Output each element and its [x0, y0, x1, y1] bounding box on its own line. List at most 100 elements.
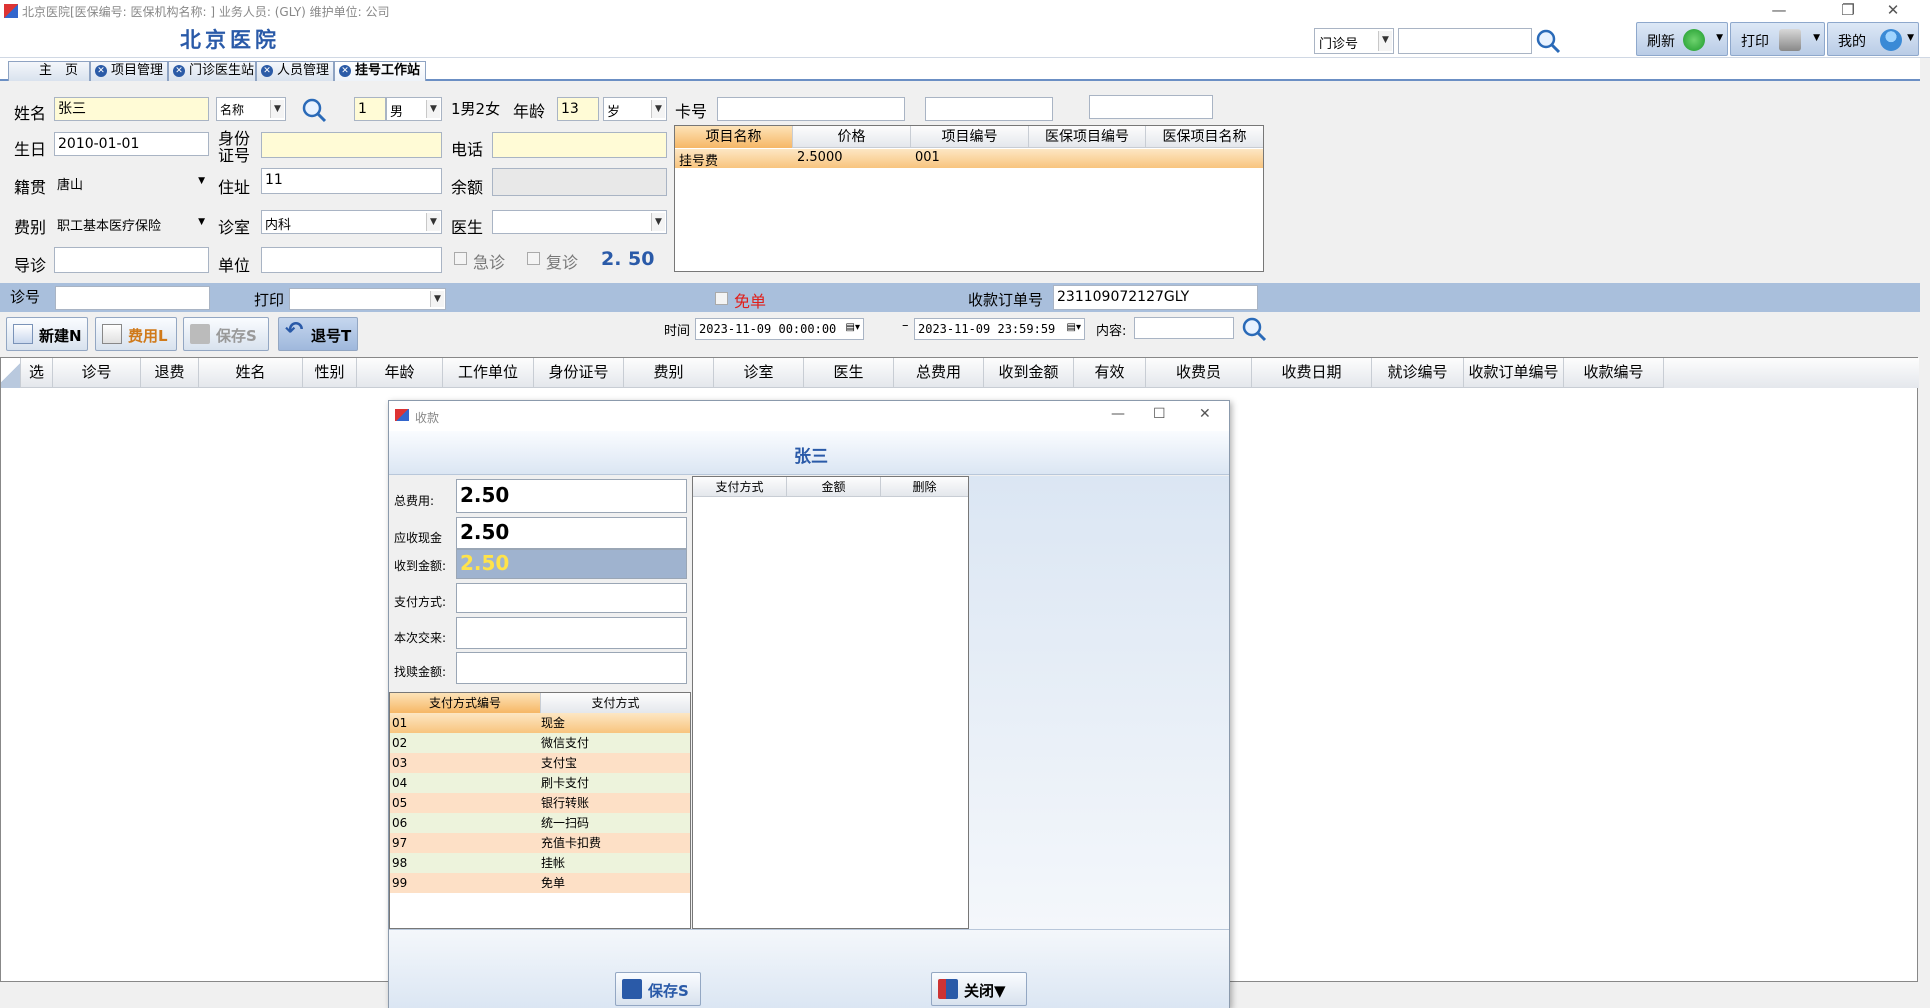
fee-button[interactable]: 费用L	[95, 317, 177, 351]
table-row[interactable]: 98 挂帐	[390, 853, 690, 873]
age-input[interactable]: 13	[557, 97, 599, 121]
visit-no-input[interactable]	[55, 286, 210, 310]
table-row[interactable]: 04 刷卡支付	[390, 773, 690, 793]
save-button[interactable]: 保存S	[183, 317, 269, 351]
free-checkbox[interactable]	[715, 292, 728, 305]
items-col-name[interactable]: 项目名称	[675, 126, 793, 148]
items-col-code[interactable]: 项目编号	[911, 126, 1029, 148]
doctor-select[interactable]: ▼	[492, 210, 667, 234]
search-icon[interactable]	[300, 96, 328, 124]
col-gender[interactable]: 性别	[303, 358, 357, 388]
card-extra2-input[interactable]	[1089, 95, 1213, 119]
close-window-button[interactable]: ✕	[1870, 0, 1916, 22]
search-input[interactable]	[1398, 28, 1532, 54]
payments-col-amount[interactable]: 金额	[787, 477, 881, 497]
table-row[interactable]: 99 免单	[390, 873, 690, 893]
table-row[interactable]: 05 银行转账	[390, 793, 690, 813]
name-mode-select[interactable]: 名称 ▼	[216, 97, 286, 121]
col-visit-no[interactable]: 诊号	[53, 358, 141, 388]
feetype-select[interactable]: 职工基本医疗保险 ▼	[54, 210, 209, 236]
payments-col-method[interactable]: 支付方式	[693, 477, 787, 497]
total-input[interactable]: 2.50	[456, 479, 687, 513]
col-doctor[interactable]: 医生	[804, 358, 894, 388]
items-col-price[interactable]: 价格	[793, 126, 911, 148]
address-input[interactable]: 11	[261, 168, 442, 194]
search-icon[interactable]	[1534, 27, 1562, 55]
card-extra-input[interactable]	[925, 97, 1053, 121]
room-select[interactable]: 内科 ▼	[261, 210, 442, 234]
close-icon[interactable]: ✕	[173, 64, 185, 77]
birthday-input[interactable]: 2010-01-01	[54, 132, 209, 156]
my-button[interactable]: 我的 ▼	[1827, 22, 1919, 56]
print-select[interactable]: ▼	[289, 288, 446, 310]
paymethod-input[interactable]	[456, 583, 687, 613]
dialog-maximize-button[interactable]: ☐	[1153, 406, 1166, 422]
close-icon[interactable]: ✕	[339, 64, 351, 77]
dialog-minimize-button[interactable]: —	[1111, 406, 1125, 422]
search-type-select[interactable]: 门诊号 ▼	[1314, 28, 1394, 54]
card-input[interactable]	[717, 97, 905, 121]
discount-input[interactable]	[456, 652, 687, 684]
col-idcard[interactable]: 身份证号	[534, 358, 624, 388]
emergency-checkbox[interactable]	[454, 252, 467, 265]
col-order-code[interactable]: 收款订单编号	[1464, 358, 1564, 388]
tab-clinic-doctor[interactable]: ✕ 门诊医生站	[168, 61, 256, 81]
age-unit-select[interactable]: 岁 ▼	[603, 97, 667, 121]
name-input[interactable]: 张三	[54, 97, 209, 121]
col-valid[interactable]: 有效	[1074, 358, 1146, 388]
received-input[interactable]: 2.50	[456, 549, 687, 579]
change-input[interactable]	[456, 617, 687, 649]
col-age[interactable]: 年龄	[357, 358, 443, 388]
order-no-input[interactable]: 231109072127GLY	[1053, 285, 1258, 310]
new-button[interactable]: 新建N	[6, 317, 88, 351]
time-to-picker[interactable]: 2023-11-09 23:59:59 ▤▾	[914, 318, 1085, 340]
native-select[interactable]: 唐山 ▼	[54, 170, 209, 196]
table-row[interactable]: 01 现金	[390, 713, 690, 733]
revisit-checkbox[interactable]	[527, 252, 540, 265]
close-icon[interactable]: ✕	[95, 64, 107, 77]
content-input[interactable]	[1134, 317, 1234, 339]
minimize-button[interactable]: —	[1756, 0, 1802, 22]
col-work-unit[interactable]: 工作单位	[443, 358, 534, 388]
refund-button[interactable]: ↶ 退号T	[278, 317, 358, 351]
dialog-save-button[interactable]: 保存S	[615, 972, 701, 1006]
table-row[interactable]: 挂号费 2.5000 001	[675, 149, 1263, 169]
paytypes-col-code[interactable]: 支付方式编号	[390, 693, 541, 713]
col-refund[interactable]: 退费	[141, 358, 199, 388]
col-cashier[interactable]: 收费员	[1146, 358, 1252, 388]
phone-input[interactable]	[492, 132, 667, 158]
tab-project-management[interactable]: ✕ 项目管理	[90, 61, 168, 81]
due-input[interactable]: 2.50	[456, 517, 687, 549]
table-row[interactable]: 06 统一扫码	[390, 813, 690, 833]
col-fee-date[interactable]: 收费日期	[1252, 358, 1372, 388]
tab-home[interactable]: 主 页	[8, 61, 90, 81]
col-received[interactable]: 收到金额	[984, 358, 1074, 388]
items-col-ins-name[interactable]: 医保项目名称	[1146, 126, 1263, 148]
guide-input[interactable]	[54, 247, 209, 273]
gender-select[interactable]: 男 ▼	[386, 97, 442, 121]
table-row[interactable]: 03 支付宝	[390, 753, 690, 773]
col-name[interactable]: 姓名	[199, 358, 303, 388]
refresh-button[interactable]: 刷新 ▼	[1636, 22, 1728, 56]
col-feetype[interactable]: 费别	[624, 358, 714, 388]
table-row[interactable]: 97 充值卡扣费	[390, 833, 690, 853]
table-row[interactable]: 02 微信支付	[390, 733, 690, 753]
restore-button[interactable]: ❐	[1825, 0, 1871, 22]
tab-registration[interactable]: ✕ 挂号工作站	[334, 61, 426, 81]
dialog-close-button[interactable]: ✕	[1199, 406, 1211, 422]
col-visit-code[interactable]: 就诊编号	[1372, 358, 1464, 388]
close-icon[interactable]: ✕	[261, 64, 273, 77]
dialog-close-action-button[interactable]: 关闭▼	[931, 972, 1027, 1006]
col-room[interactable]: 诊室	[714, 358, 804, 388]
tab-staff-management[interactable]: ✕ 人员管理	[256, 61, 334, 81]
col-total-fee[interactable]: 总费用	[894, 358, 984, 388]
search-icon[interactable]	[1240, 315, 1268, 343]
col-payment-code[interactable]: 收款编号	[1564, 358, 1664, 388]
print-button[interactable]: 打印 ▼	[1730, 22, 1825, 56]
idcard-input[interactable]	[261, 132, 442, 158]
payments-col-delete[interactable]: 删除	[881, 477, 968, 497]
gender-code-input[interactable]: 1	[354, 97, 386, 121]
items-col-ins-code[interactable]: 医保项目编号	[1029, 126, 1146, 148]
time-from-picker[interactable]: 2023-11-09 00:00:00 ▤▾	[695, 318, 864, 340]
col-select[interactable]: 选	[21, 358, 53, 388]
